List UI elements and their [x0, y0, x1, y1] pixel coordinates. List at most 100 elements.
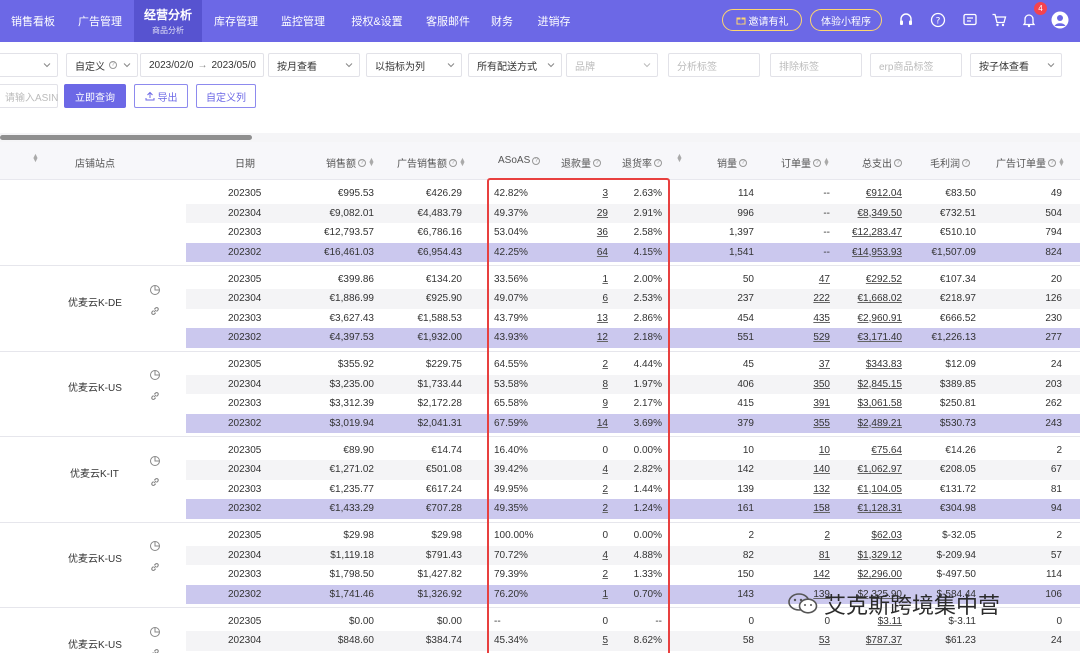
- col-asoas[interactable]: ASoAS?: [498, 155, 541, 166]
- cell-returns[interactable]: 4: [562, 464, 608, 475]
- cart-icon[interactable]: [990, 11, 1008, 29]
- cell-returns[interactable]: 0: [562, 445, 608, 456]
- table-row[interactable]: 202304 $1,119.18 $791.43 70.72% 4 4.88% 82 81 $1…: [186, 545, 1080, 565]
- cell-orders[interactable]: 132: [774, 484, 830, 495]
- scrollbar-thumb[interactable]: [0, 135, 252, 140]
- table-row[interactable]: 202302 €16,461.03 €6,954.43 42.25% 64 4.15% 1,…: [186, 242, 1080, 262]
- col-sales[interactable]: 销售额? ▲ ▼: [326, 155, 375, 171]
- user-avatar-icon[interactable]: [1051, 11, 1069, 29]
- cell-orders[interactable]: 2: [774, 530, 830, 541]
- cell-total-cost[interactable]: €1,104.05: [830, 484, 903, 495]
- cell-returns[interactable]: 3: [562, 188, 608, 199]
- cell-returns[interactable]: 36: [562, 227, 608, 238]
- nav-inventory[interactable]: 库存管理: [202, 0, 270, 42]
- cell-total-cost[interactable]: €75.64: [830, 445, 902, 456]
- cell-total-cost[interactable]: $2,489.21: [830, 418, 903, 429]
- col-ad-sales[interactable]: 广告销售额? ▲ ▼: [397, 155, 466, 171]
- nav-finance[interactable]: 财务: [478, 0, 526, 42]
- cell-returns[interactable]: 2: [562, 484, 608, 495]
- cell-orders[interactable]: 53: [774, 635, 830, 646]
- date-mode-select[interactable]: 自定义 ?: [66, 53, 138, 77]
- cell-total-cost[interactable]: €292.52: [830, 274, 902, 285]
- cell-returns[interactable]: 12: [562, 332, 608, 343]
- table-row[interactable]: 202305 $29.98 $29.98 100.00% 0 0.00% 2 2 $62.03 $…: [186, 526, 1080, 546]
- cell-total-cost[interactable]: €8,349.50: [830, 208, 903, 219]
- table-row[interactable]: 202302 $3,019.94 $2,041.31 67.59% 14 3.69% 379…: [186, 413, 1080, 433]
- cell-returns[interactable]: 1: [562, 274, 608, 285]
- cell-orders[interactable]: 435: [774, 313, 830, 324]
- cell-orders[interactable]: --: [774, 227, 830, 238]
- table-row[interactable]: 202304 $3,235.00 $1,733.44 53.58% 8 1.97% 406 3…: [186, 374, 1080, 394]
- link-icon[interactable]: [149, 561, 161, 573]
- table-row[interactable]: 202304 $848.60 $384.74 45.34% 5 8.62% 58 53 $787…: [186, 631, 1080, 651]
- col-ad-orders[interactable]: 广告订单量? ▲ ▼: [996, 155, 1065, 171]
- col-return-rate[interactable]: 退货率?: [622, 155, 662, 170]
- sort-icon[interactable]: ▲ ▼: [1058, 157, 1065, 168]
- headset-icon[interactable]: [897, 11, 915, 29]
- link-icon[interactable]: [149, 305, 161, 317]
- cell-orders[interactable]: 10: [774, 445, 830, 456]
- cell-orders[interactable]: 37: [774, 359, 830, 370]
- entity-view-select[interactable]: 按子体查看: [970, 53, 1062, 77]
- col-orders[interactable]: 订单量? ▲ ▼: [781, 155, 830, 171]
- cell-orders[interactable]: --: [774, 247, 830, 258]
- cell-orders[interactable]: 350: [774, 379, 830, 390]
- table-row[interactable]: 202303 $1,798.50 $1,427.82 79.39% 2 1.33% 150 1…: [186, 565, 1080, 585]
- cell-total-cost[interactable]: €2,960.91: [830, 313, 903, 324]
- col-returns[interactable]: 退款量?: [561, 155, 601, 170]
- cell-orders[interactable]: --: [774, 188, 830, 199]
- col-units[interactable]: 销量?: [717, 155, 747, 170]
- link-icon[interactable]: [149, 390, 161, 402]
- cell-returns[interactable]: 2: [562, 503, 608, 514]
- erp-tag-input[interactable]: erp商品标签: [870, 53, 962, 77]
- sort-icon[interactable]: ▲ ▼: [676, 153, 683, 164]
- cell-total-cost[interactable]: €14,953.93: [830, 247, 902, 258]
- table-row[interactable]: 202304 €1,271.02 €501.08 39.42% 4 2.82% 142 140…: [186, 460, 1080, 480]
- help-icon[interactable]: ?: [929, 11, 947, 29]
- table-row[interactable]: 202305 €995.53 €426.29 42.82% 3 2.63% 114 -- €91…: [186, 184, 1080, 204]
- nav-authorization-settings[interactable]: 授权&设置: [336, 0, 418, 42]
- cell-returns[interactable]: 2: [562, 359, 608, 370]
- cell-returns[interactable]: 14: [562, 418, 608, 429]
- export-button[interactable]: 导出: [134, 84, 188, 108]
- link-icon[interactable]: [149, 647, 161, 653]
- sort-icon[interactable]: ▲ ▼: [459, 157, 466, 168]
- cell-total-cost[interactable]: $2,845.15: [830, 379, 903, 390]
- cell-returns[interactable]: 1: [562, 589, 608, 600]
- cell-returns[interactable]: 0: [562, 530, 608, 541]
- sort-icon[interactable]: ▲ ▼: [823, 157, 830, 168]
- query-button[interactable]: 立即查询: [64, 84, 126, 108]
- cell-total-cost[interactable]: €12,283.47: [830, 227, 902, 238]
- table-row[interactable]: 202304 €9,082.01 €4,483.79 49.37% 29 2.91% 996…: [186, 203, 1080, 223]
- column-mode-select[interactable]: 以指标为列: [366, 53, 462, 77]
- cell-returns[interactable]: 0: [562, 616, 608, 627]
- chart-icon[interactable]: [149, 284, 161, 296]
- cell-orders[interactable]: 355: [774, 418, 830, 429]
- cell-total-cost[interactable]: €3,171.40: [830, 332, 903, 343]
- message-icon[interactable]: [961, 11, 979, 29]
- cell-total-cost[interactable]: $62.03: [830, 530, 902, 541]
- cell-orders[interactable]: 140: [774, 464, 830, 475]
- asin-input[interactable]: 请输入ASIN: [0, 84, 58, 108]
- table-row[interactable]: 202305 €399.86 €134.20 33.56% 1 2.00% 50 47 €292…: [186, 270, 1080, 290]
- nav-monitoring[interactable]: 监控管理: [270, 0, 336, 42]
- cell-orders[interactable]: 222: [774, 293, 830, 304]
- cell-total-cost[interactable]: €1,128.31: [830, 503, 903, 514]
- cell-returns[interactable]: 2: [562, 569, 608, 580]
- cell-returns[interactable]: 64: [562, 247, 608, 258]
- table-row[interactable]: 202303 €12,793.57 €6,786.16 53.04% 36 2.58% 1,…: [186, 223, 1080, 243]
- table-row[interactable]: 202302 €1,433.29 €707.28 49.35% 2 1.24% 161 158…: [186, 499, 1080, 519]
- analysis-tag-input[interactable]: 分析标签: [668, 53, 760, 77]
- table-row[interactable]: 202305 €89.90 €14.74 16.40% 0 0.00% 10 10 €75.64…: [186, 441, 1080, 461]
- nav-business-analysis[interactable]: 经营分析 商品分析: [134, 0, 202, 42]
- cell-orders[interactable]: 142: [774, 569, 830, 580]
- nav-sales-dashboard[interactable]: 销售看板: [0, 0, 66, 42]
- date-range-picker[interactable]: 2023/02/0 → 2023/05/0: [140, 53, 264, 77]
- cell-total-cost[interactable]: €1,668.02: [830, 293, 903, 304]
- invite-reward-button[interactable]: 邀请有礼: [722, 9, 802, 31]
- cell-orders[interactable]: 81: [774, 550, 830, 561]
- table-row[interactable]: 202303 $3,312.39 $2,172.28 65.58% 9 2.17% 415 3…: [186, 394, 1080, 414]
- chart-icon[interactable]: [149, 626, 161, 638]
- cell-total-cost[interactable]: $787.37: [830, 635, 902, 646]
- cell-orders[interactable]: 391: [774, 398, 830, 409]
